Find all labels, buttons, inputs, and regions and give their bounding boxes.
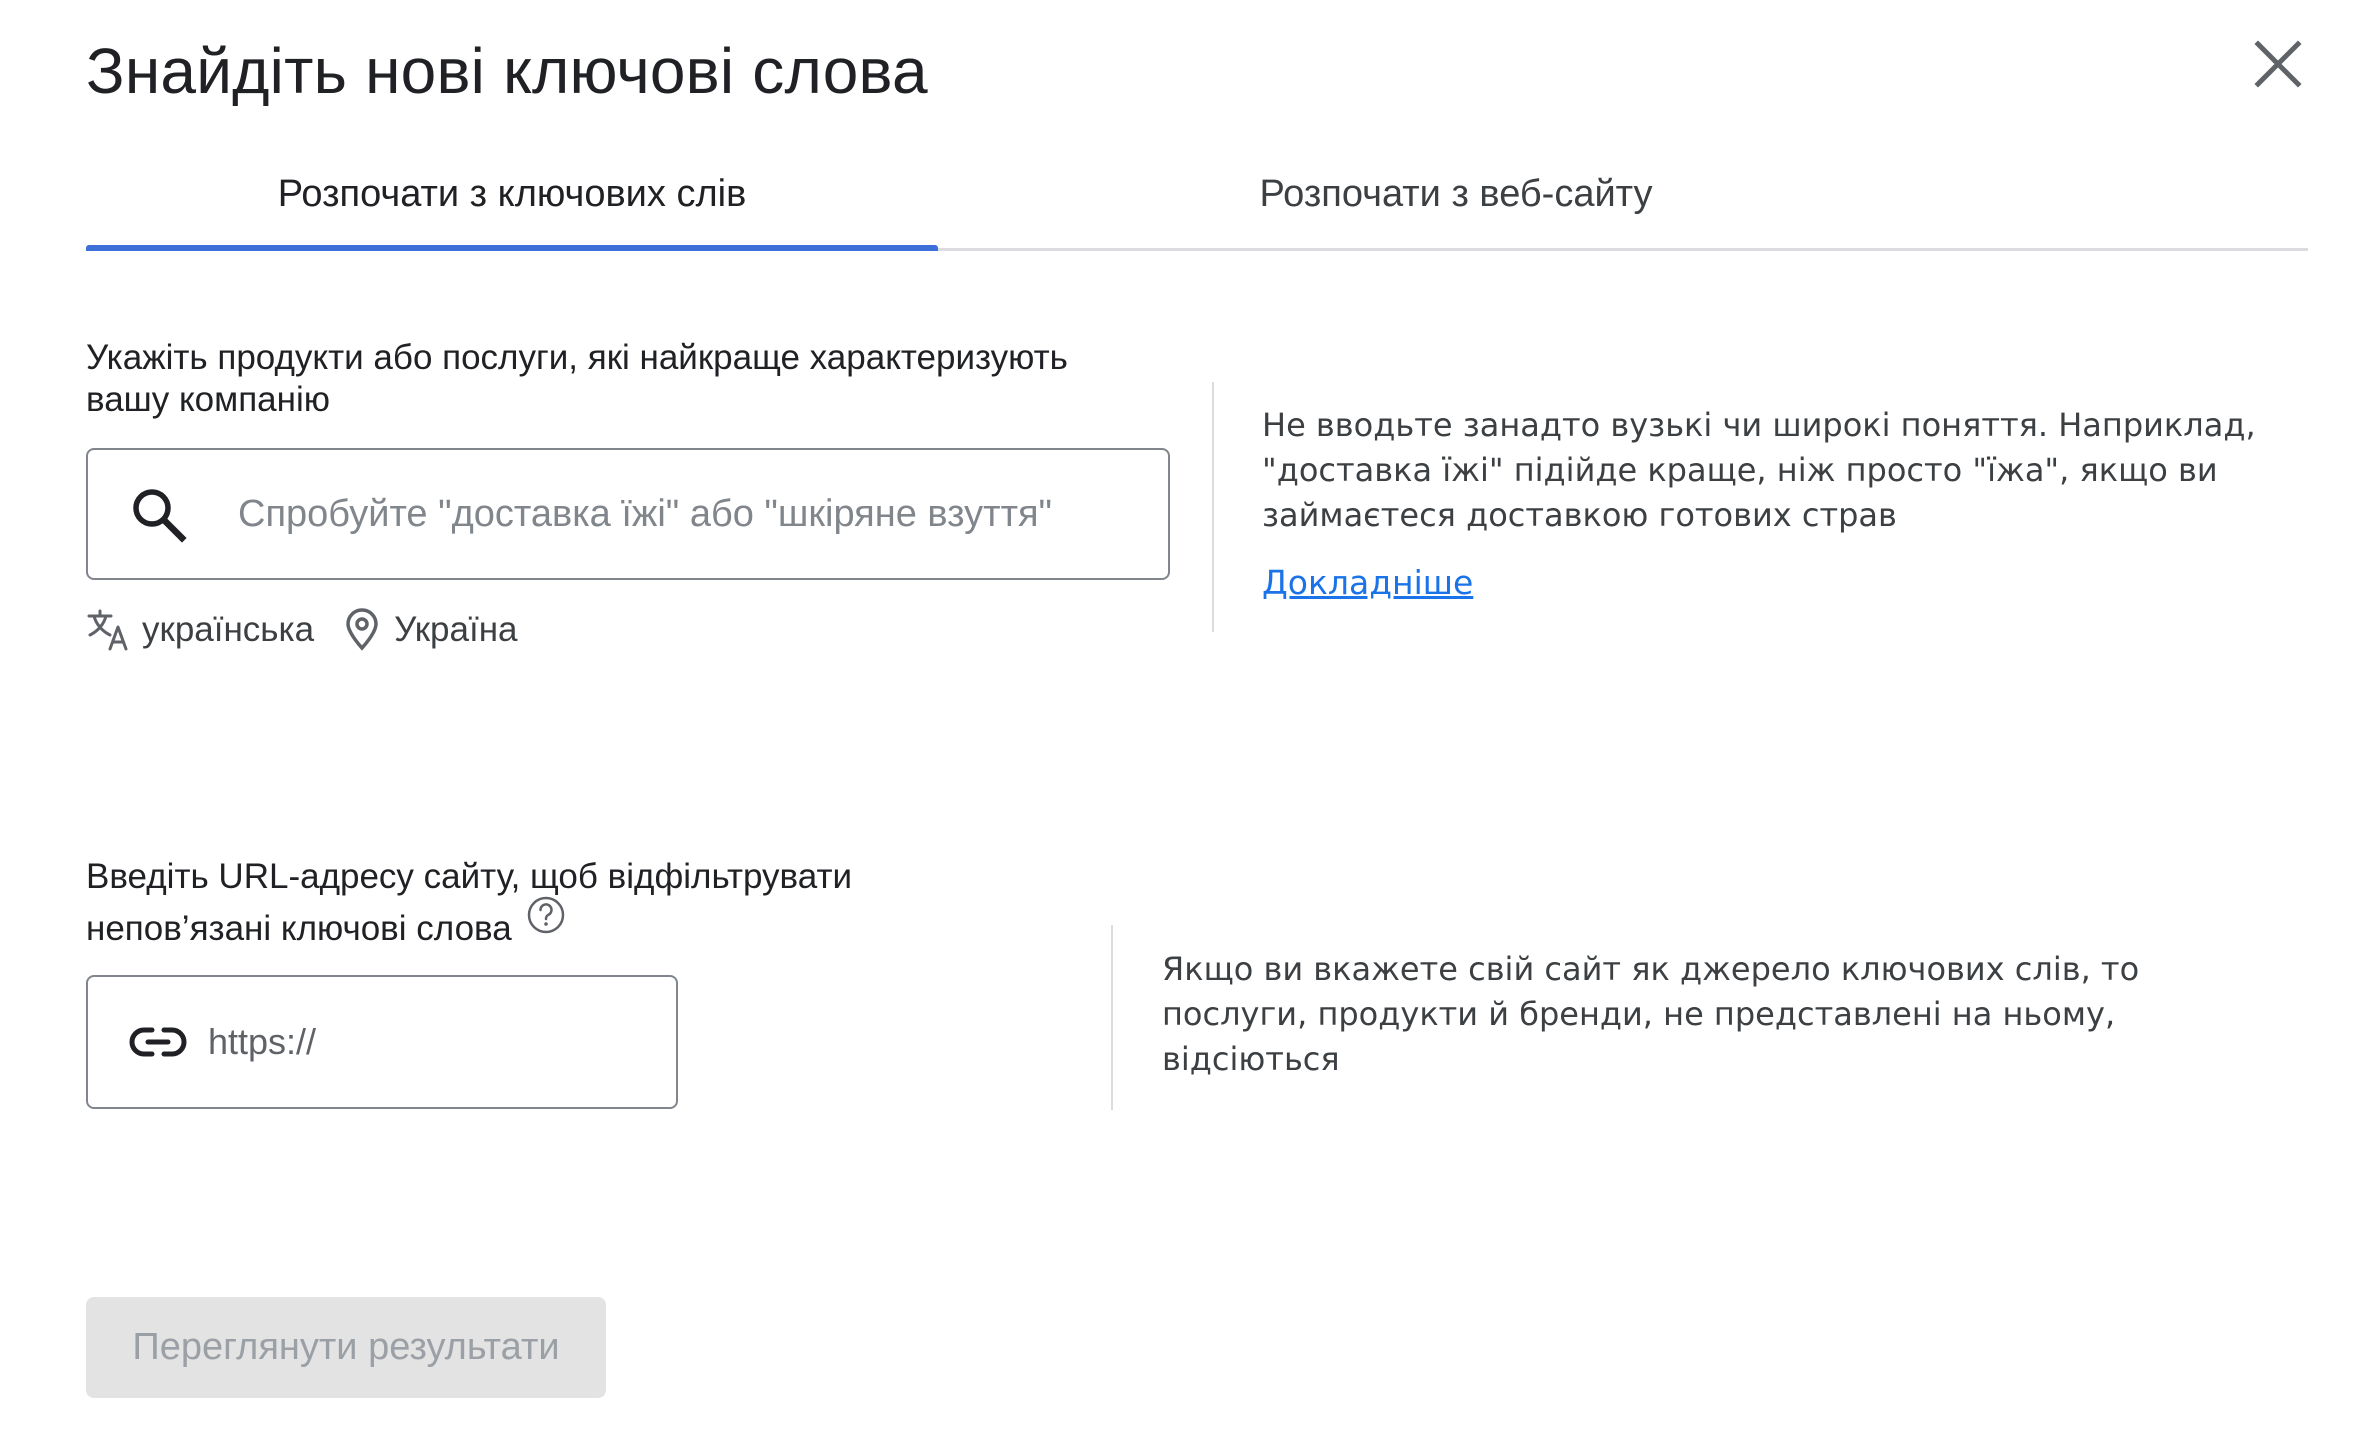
- keyword-search-input[interactable]: [238, 492, 1138, 536]
- location-selector[interactable]: Україна: [342, 608, 518, 652]
- locale-settings: українська Україна: [86, 600, 518, 660]
- keywords-label-line-2: вашу компанію: [86, 380, 330, 419]
- language-selector[interactable]: українська: [86, 607, 314, 653]
- tab-start-with-website[interactable]: Розпочати з веб-сайту: [1076, 140, 1836, 248]
- site-url-field[interactable]: [86, 975, 678, 1109]
- url-filter-label-line-1: Введіть URL-адресу сайту, щоб відфільтру…: [86, 857, 853, 896]
- keywords-label: Укажіть продукти або послуги, які найкра…: [86, 337, 1068, 421]
- language-label: українська: [142, 610, 315, 649]
- tab-bar: Розпочати з ключових слів Розпочати з ве…: [86, 140, 2308, 251]
- vertical-divider: [1111, 925, 1113, 1110]
- translate-icon: [87, 609, 128, 651]
- close-icon: [2254, 40, 2302, 88]
- help-circle-icon: [527, 896, 564, 934]
- view-results-button[interactable]: Переглянути результати: [86, 1297, 606, 1398]
- location-pin-icon: [346, 608, 378, 651]
- url-hint: Якщо ви вкажете свій сайт як джерело клю…: [1162, 947, 2139, 1082]
- keywords-hint: Не вводьте занадто вузькі чи широкі поня…: [1262, 403, 2256, 538]
- keywords-hint-line-2: "доставка їжі" підійде краще, ніж просто…: [1262, 451, 2218, 489]
- link-icon: [129, 1027, 187, 1057]
- keywords-hint-line-3: займаєтеся доставкою готових страв: [1262, 496, 1897, 534]
- keywords-hint-line-1: Не вводьте занадто вузькі чи широкі поня…: [1262, 406, 2256, 444]
- learn-more-link[interactable]: Докладніше: [1262, 563, 1473, 602]
- keyword-search-field[interactable]: [86, 448, 1170, 580]
- url-filter-label-line-2-row: непов’язані ключові слова: [86, 896, 852, 955]
- search-icon: [133, 489, 187, 543]
- site-url-input[interactable]: [208, 1021, 648, 1063]
- url-hint-line-2: послуги, продукти й бренди, не представл…: [1162, 995, 2116, 1033]
- keywords-label-line-1: Укажіть продукти або послуги, які найкра…: [86, 338, 1068, 377]
- url-filter-label-line-2: непов’язані ключові слова: [86, 909, 512, 948]
- url-hint-line-1: Якщо ви вкажете свій сайт як джерело клю…: [1162, 950, 2140, 988]
- location-label: Україна: [394, 610, 518, 649]
- close-button[interactable]: [2248, 34, 2308, 94]
- url-filter-label: Введіть URL-адресу сайту, щоб відфільтру…: [86, 851, 852, 955]
- url-hint-line-3: відсіються: [1162, 1040, 1340, 1078]
- vertical-divider: [1212, 382, 1214, 632]
- dialog-title: Знайдіть нові ключові слова: [86, 35, 928, 107]
- help-button[interactable]: [526, 895, 566, 950]
- tab-start-with-keywords[interactable]: Розпочати з ключових слів: [86, 140, 938, 251]
